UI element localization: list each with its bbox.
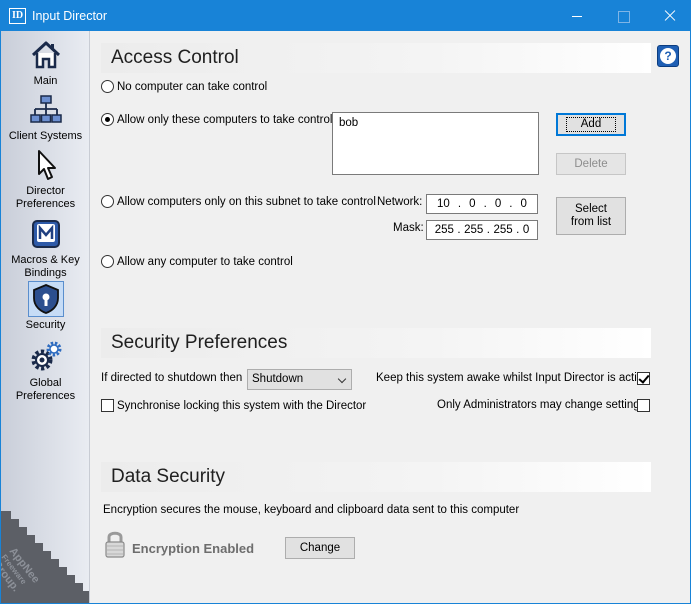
radio-label: Allow computers only on this subnet to t… [117, 195, 376, 208]
app-window: ID Input Director Main Client Systems Di… [0, 0, 691, 604]
sidebar-item-label: Global Preferences [15, 377, 76, 402]
cursor-icon [37, 150, 56, 180]
sidebar-item-label: Director Preferences [15, 185, 76, 210]
network-label: Network: [377, 196, 423, 208]
sidebar-item-client-systems[interactable]: Client Systems [1, 92, 90, 143]
sync-lock-label: Synchronise locking this system with the… [117, 399, 367, 412]
home-icon [31, 41, 60, 69]
radio-subnet[interactable]: Allow computers only on this subnet to t… [101, 195, 376, 208]
shutdown-select[interactable]: Shutdown [247, 369, 352, 390]
sidebar-item-label: Security [25, 319, 66, 331]
sidebar-item-macros[interactable]: Macros & Key Bindings [1, 216, 90, 280]
maximize-button[interactable] [600, 1, 646, 31]
radio-button[interactable] [101, 195, 114, 208]
keep-awake-label: Keep this system awake whilst Input Dire… [376, 372, 649, 384]
radio-label: No computer can take control [117, 80, 268, 93]
radio-button[interactable] [101, 80, 114, 93]
add-button[interactable]: Add [556, 113, 626, 136]
padlock-icon [105, 531, 125, 558]
app-icon: ID [9, 8, 26, 24]
mask-ip-field[interactable]: 255. 255. 255. 0 [426, 220, 538, 240]
select-from-list-button[interactable]: Select from list [556, 197, 626, 235]
section-title-security-preferences: Security Preferences [101, 328, 651, 358]
delete-button[interactable]: Delete [556, 153, 626, 175]
sidebar-item-label: Client Systems [8, 130, 83, 142]
radio-button[interactable] [101, 113, 114, 126]
change-button[interactable]: Change [285, 537, 355, 559]
macro-icon [31, 220, 60, 248]
sidebar-item-global-preferences[interactable]: Global Preferences [1, 339, 90, 403]
sidebar-item-main[interactable]: Main [1, 37, 90, 88]
appnee-watermark-logo: AppNee Freeware Group. [1, 511, 89, 603]
mask-label: Mask: [393, 222, 424, 234]
chevron-down-icon [337, 374, 347, 384]
sync-lock-row[interactable]: Synchronise locking this system with the… [101, 399, 366, 412]
network-icon [29, 95, 62, 123]
admins-only-checkbox[interactable] [637, 399, 650, 412]
minimize-button[interactable] [554, 1, 600, 31]
encryption-description: Encryption secures the mouse, keyboard a… [103, 504, 520, 516]
sidebar-item-director-preferences[interactable]: Director Preferences [1, 147, 90, 211]
shutdown-label: If directed to shutdown then [101, 372, 243, 384]
admins-only-label: Only Administrators may change settings [437, 399, 646, 411]
shield-icon [32, 284, 59, 314]
list-item[interactable]: bob [339, 117, 532, 129]
sidebar-item-label: Macros & Key Bindings [11, 254, 80, 279]
radio-button[interactable] [101, 255, 114, 268]
allowed-computers-list[interactable]: bob [332, 112, 539, 175]
radio-label: Allow only these computers to take contr… [117, 113, 333, 126]
network-ip-field[interactable]: 10. 0. 0. 0 [426, 194, 538, 214]
sync-lock-checkbox[interactable] [101, 399, 114, 412]
sidebar: Main Client Systems Director Preferences… [1, 31, 90, 603]
radio-no-computer[interactable]: No computer can take control [101, 80, 267, 93]
sidebar-item-security[interactable]: Security [1, 281, 90, 332]
radio-any-computer[interactable]: Allow any computer to take control [101, 255, 293, 268]
close-button[interactable] [646, 1, 690, 31]
encryption-status: Encryption Enabled [132, 541, 255, 556]
radio-only-these[interactable]: Allow only these computers to take contr… [101, 113, 332, 126]
sidebar-item-label: Main [33, 75, 58, 87]
gears-icon [31, 341, 61, 371]
keep-awake-checkbox[interactable] [637, 372, 650, 385]
section-title-access-control: Access Control [101, 43, 651, 73]
title-bar: ID Input Director [1, 1, 690, 31]
help-icon[interactable]: ? [657, 45, 679, 67]
window-title: Input Director [32, 9, 108, 23]
radio-label: Allow any computer to take control [117, 255, 293, 268]
section-title-data-security: Data Security [101, 462, 651, 492]
